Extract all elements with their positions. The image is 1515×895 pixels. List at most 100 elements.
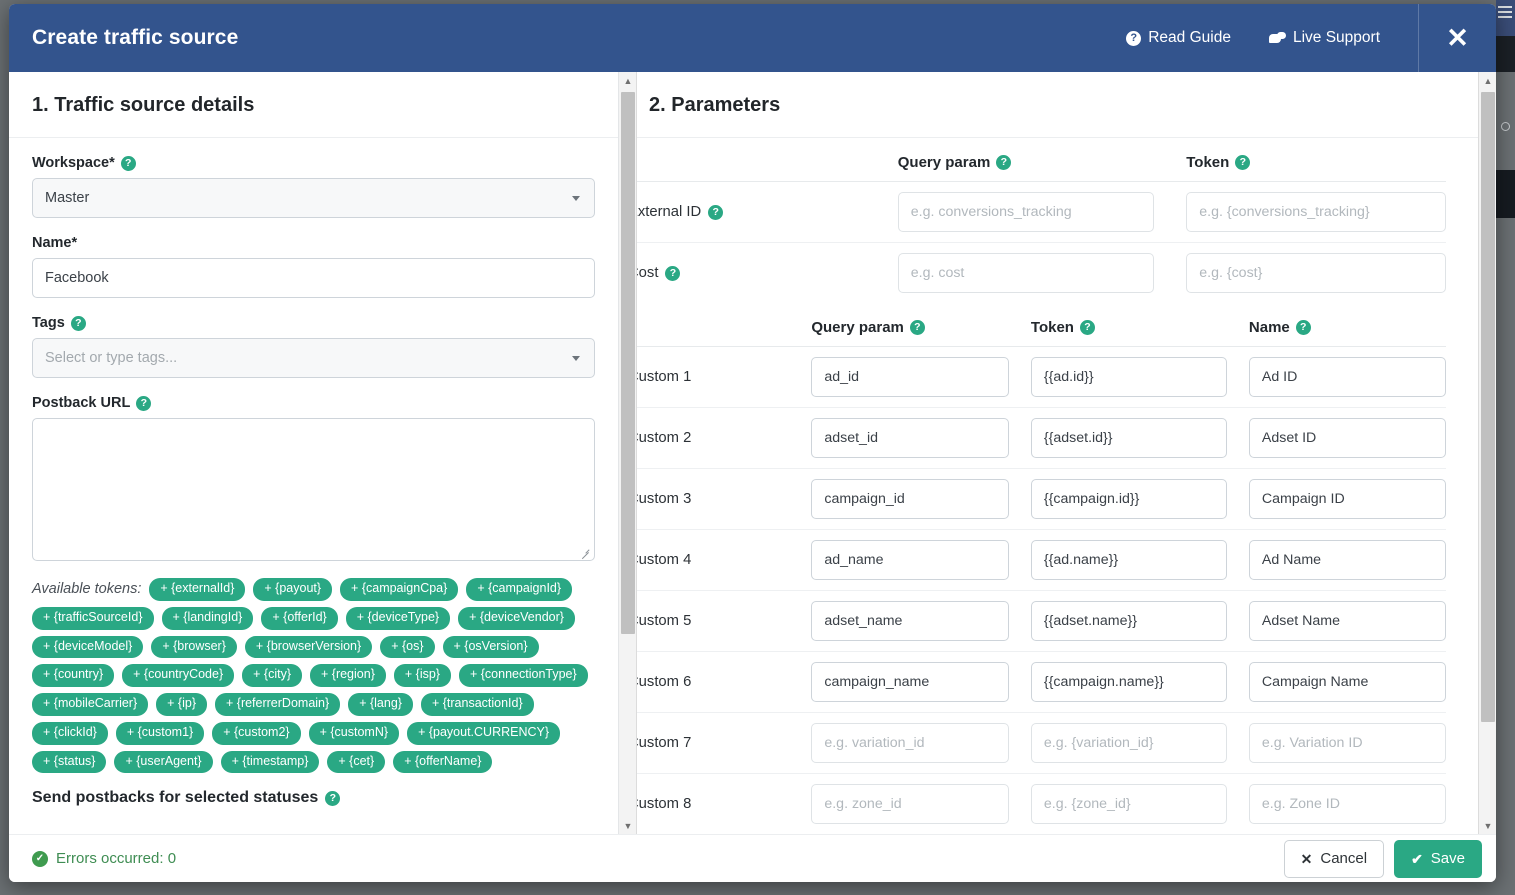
name-input[interactable]: e.g. Zone ID [1248, 784, 1446, 824]
token-pill[interactable]: + {campaignId} [466, 578, 573, 601]
scroll-up-arrow-icon[interactable]: ▲ [1479, 72, 1496, 89]
token-pill[interactable]: + {timestamp} [220, 750, 320, 774]
help-icon-postback-url[interactable]: ? [136, 395, 152, 411]
token-input[interactable]: {{campaign.name}} [1030, 662, 1228, 702]
help-icon-row[interactable]: ? [665, 265, 681, 281]
name-input[interactable]: Campaign ID [1248, 479, 1446, 519]
live-support-link[interactable]: Live Support [1268, 29, 1380, 47]
scroll-down-arrow-icon[interactable]: ▼ [619, 817, 637, 834]
token-pill[interactable]: + {custom2} [212, 721, 301, 745]
postback-url-label: Postback URL [32, 395, 131, 411]
token-pill[interactable]: + {lang} [348, 693, 413, 716]
token-pill[interactable]: + {referrerDomain} [215, 693, 341, 716]
right-scroll-thumb[interactable] [1481, 92, 1495, 722]
token-pill[interactable]: + {payout} [253, 578, 333, 601]
token-pill[interactable]: + {payout.CURRENCY} [407, 721, 561, 745]
token-pill[interactable]: + {browserVersion} [244, 635, 373, 659]
token-pill[interactable]: + {offerId} [261, 606, 338, 630]
postback-url-label-row: Postback URL ? [32, 395, 595, 411]
token-pill[interactable]: + {deviceType} [345, 606, 451, 630]
read-guide-link[interactable]: ? Read Guide [1126, 29, 1231, 47]
query-param-input[interactable]: ad_id [811, 357, 1010, 397]
resize-grip-icon[interactable] [580, 546, 591, 557]
token-pill[interactable]: + {userAgent} [114, 750, 213, 774]
token-pill[interactable]: + {city} [242, 664, 302, 687]
query-param-input[interactable]: e.g. zone_id [811, 784, 1010, 824]
left-scroll-thumb[interactable] [621, 92, 635, 634]
token-pill[interactable]: + {customN} [308, 721, 400, 745]
help-icon-token[interactable]: ? [1235, 155, 1251, 170]
token-pill[interactable]: + {transactionId} [420, 693, 534, 716]
spacer-cell [1009, 590, 1031, 652]
token-pill[interactable]: + {osVersion} [442, 635, 539, 659]
token-input[interactable]: {{ad.name}} [1030, 540, 1228, 580]
name-input[interactable]: e.g. Variation ID [1248, 723, 1446, 763]
token-input[interactable]: e.g. {cost} [1186, 253, 1446, 293]
token-pill[interactable]: + {countryCode} [122, 664, 235, 687]
spacer-cell [1154, 138, 1187, 182]
token-pill[interactable]: + {status} [32, 750, 107, 774]
token-pill[interactable]: + {connectionType} [458, 664, 588, 687]
help-icon-query-param[interactable]: ? [909, 320, 925, 335]
token-input[interactable]: e.g. {conversions_tracking} [1186, 192, 1446, 232]
token-input[interactable]: {{ad.id}} [1030, 357, 1228, 397]
postback-url-textarea[interactable] [32, 418, 595, 561]
token-pill[interactable]: + {browser} [151, 635, 237, 659]
name-input[interactable]: Ad Name [1248, 540, 1446, 580]
name-input[interactable]: Ad ID [1248, 357, 1446, 397]
help-icon-token[interactable]: ? [1079, 320, 1095, 335]
help-icon-name[interactable]: ? [1295, 320, 1311, 335]
help-icon-query-param[interactable]: ? [996, 155, 1012, 170]
query-param-input[interactable]: campaign_name [811, 662, 1010, 702]
token-pill[interactable]: + {mobileCarrier} [32, 693, 149, 716]
help-icon-row[interactable]: ? [708, 204, 724, 220]
query-param-input[interactable]: campaign_id [811, 479, 1010, 519]
name-input[interactable]: Adset Name [1248, 601, 1446, 641]
token-pill[interactable]: + {cet} [327, 750, 386, 774]
token-pill[interactable]: + {os} [380, 635, 435, 659]
token-pill[interactable]: + {deviceModel} [32, 635, 144, 659]
scroll-up-arrow-icon[interactable]: ▲ [619, 72, 637, 89]
right-pane-scrollbar[interactable]: ▲ ▼ [1478, 72, 1496, 834]
footer-buttons: ✕ Cancel ✔ Save [1283, 839, 1482, 878]
cancel-button[interactable]: ✕ Cancel [1283, 839, 1385, 878]
token-input[interactable]: {{adset.name}} [1030, 601, 1228, 641]
query-param-input[interactable]: e.g. cost [897, 253, 1155, 293]
name-input[interactable]: Facebook [32, 258, 595, 298]
query-param-input[interactable]: ad_name [811, 540, 1010, 580]
token-pill[interactable]: + {landingId} [161, 606, 254, 630]
save-button[interactable]: ✔ Save [1394, 839, 1482, 878]
name-input[interactable]: Adset ID [1248, 418, 1446, 458]
close-icon[interactable]: ✕ [1418, 4, 1496, 72]
token-pill[interactable]: + {clickId} [32, 721, 108, 745]
query-param-input[interactable]: adset_name [811, 601, 1010, 641]
spacer-cell [1227, 407, 1249, 469]
help-icon-send-postbacks[interactable]: ? [325, 790, 341, 806]
help-icon-workspace[interactable]: ? [120, 155, 136, 171]
token-pill[interactable]: + {campaignCpa} [340, 578, 459, 601]
tags-select[interactable]: Select or type tags... [32, 338, 595, 378]
token-pill[interactable]: + {trafficSourceId} [32, 606, 154, 630]
left-pane-scrollbar[interactable]: ▲ ▼ [619, 72, 637, 834]
workspace-select[interactable]: Master [32, 178, 595, 218]
token-pill[interactable]: + {region} [310, 664, 386, 687]
token-input[interactable]: {{campaign.id}} [1030, 479, 1228, 519]
token-pill[interactable]: + {offerName} [393, 750, 493, 774]
token-input[interactable]: e.g. {zone_id} [1030, 784, 1228, 824]
token-pill[interactable]: + {country} [32, 664, 115, 687]
scroll-down-arrow-icon[interactable]: ▼ [1479, 817, 1496, 834]
token-pill[interactable]: + {custom1} [115, 721, 205, 745]
token-pill[interactable]: + {externalId} [149, 578, 246, 601]
token-pill[interactable]: + {ip} [156, 693, 207, 716]
token-input[interactable]: e.g. {variation_id} [1030, 723, 1228, 763]
name-input[interactable]: Campaign Name [1248, 662, 1446, 702]
save-label: Save [1430, 850, 1465, 867]
token-pill[interactable]: + {isp} [393, 664, 451, 687]
token-input[interactable]: {{adset.id}} [1030, 418, 1228, 458]
query-param-input[interactable]: e.g. variation_id [811, 723, 1010, 763]
query-param-input[interactable]: adset_id [811, 418, 1010, 458]
help-icon-tags[interactable]: ? [70, 315, 86, 331]
table-header-row: Query param ? Token ? [628, 303, 1446, 347]
token-pill[interactable]: + {deviceVendor} [458, 606, 575, 630]
query-param-input[interactable]: e.g. conversions_tracking [897, 192, 1155, 232]
